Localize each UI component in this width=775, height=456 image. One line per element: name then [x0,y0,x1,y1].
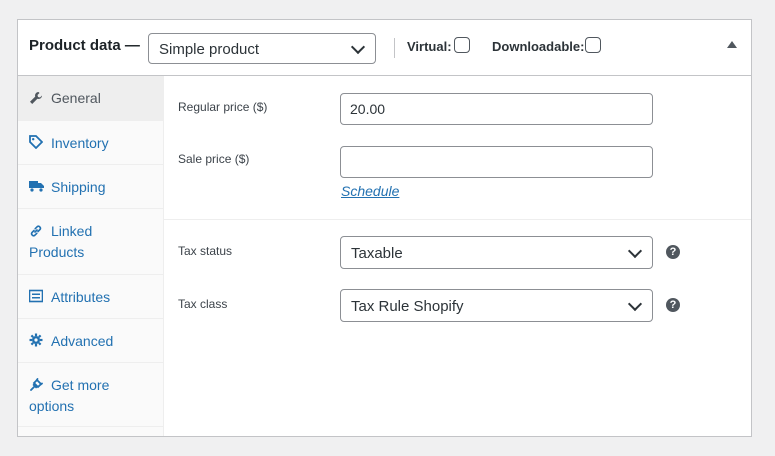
tab-advanced[interactable]: Advanced [18,319,164,363]
downloadable-label: Downloadable: [492,39,585,54]
collapse-arrow-icon[interactable] [727,41,737,48]
tab-attributes[interactable]: Attributes [18,275,164,319]
schedule-link[interactable]: Schedule [341,183,399,199]
header-divider [394,38,395,58]
regular-price-label: Regular price ($) [178,100,268,114]
product-type-select[interactable]: Simple product [148,33,376,64]
panel-title: Product data — [29,37,140,54]
tax-class-select[interactable]: Tax Rule Shopify [340,289,653,322]
sale-price-input[interactable] [340,146,653,178]
tab-shipping[interactable]: Shipping [18,165,164,209]
tab-get-more-options[interactable]: Get more options [18,363,164,427]
tab-general-label: General [51,90,101,106]
link-icon [29,224,43,238]
tab-inventory[interactable]: Inventory [18,121,164,165]
tab-attributes-label: Attributes [51,289,111,305]
list-icon [28,289,44,303]
tag-icon [29,135,44,150]
virtual-label: Virtual: [407,39,452,54]
tax-status-help-icon[interactable]: ? [666,245,680,259]
tab-advanced-label: Advanced [51,333,114,349]
sale-price-label: Sale price ($) [178,152,250,166]
product-data-panel: Product data — Simple product Virtual: D… [17,19,752,437]
tax-class-help-icon[interactable]: ? [666,298,680,312]
truck-icon [29,180,44,194]
chevron-down-icon [350,39,366,55]
tax-status-value: Taxable [351,245,403,262]
tab-shipping-label: Shipping [51,179,106,195]
tab-inventory-label: Inventory [51,135,109,151]
regular-price-input[interactable] [340,93,653,125]
tab-get-more-options-label-line2: options [29,398,75,414]
tax-class-value: Tax Rule Shopify [351,298,464,315]
tax-status-select[interactable]: Taxable [340,236,653,269]
virtual-checkbox[interactable] [454,37,470,53]
tab-linked-products-label-line1: Linked [51,223,93,239]
tab-linked-products[interactable]: Linked Products [18,209,164,275]
general-panel: Regular price ($) Sale price ($) Schedul… [164,76,751,436]
tab-get-more-options-label-line1: Get more [51,377,110,393]
tab-general[interactable]: General [18,76,164,121]
product-data-tabs: General Inventory Shipping Linked Produc… [18,76,164,436]
chevron-down-icon [627,296,643,312]
tax-status-label: Tax status [178,244,233,258]
tax-class-label: Tax class [178,297,228,311]
chevron-down-icon [627,243,643,259]
product-data-header: Product data — Simple product Virtual: D… [18,20,751,76]
wrench-icon [29,91,43,105]
gear-icon [29,333,43,347]
product-type-value: Simple product [159,41,260,58]
plugin-icon [29,378,43,392]
tab-linked-products-label-line2: Products [29,244,85,260]
section-divider [164,219,751,220]
downloadable-checkbox[interactable] [585,37,601,53]
